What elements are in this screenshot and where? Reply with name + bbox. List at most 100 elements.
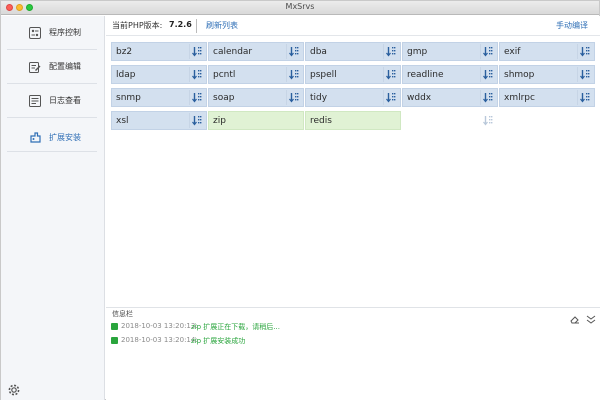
extension-tile-exif[interactable]: exif — [499, 42, 595, 61]
install-button[interactable] — [480, 44, 495, 59]
extension-tile-xsl[interactable]: xsl — [111, 111, 207, 130]
manual-compile-link[interactable]: 手动编译 — [556, 20, 588, 31]
check-icon — [111, 323, 118, 330]
extension-name: dba — [310, 47, 327, 57]
sidebar-item-label: 扩展安装 — [49, 133, 81, 142]
install-button[interactable] — [189, 90, 204, 105]
install-button[interactable] — [480, 113, 495, 128]
extension-name: zip — [213, 116, 226, 126]
extension-tile-ldap[interactable]: ldap — [111, 65, 207, 84]
extension-name: readline — [407, 70, 444, 80]
download-sort-icon — [483, 116, 493, 126]
install-button[interactable] — [286, 90, 301, 105]
download-sort-icon — [192, 93, 202, 103]
program-control-icon — [27, 25, 43, 41]
gear-icon[interactable] — [7, 382, 21, 396]
download-sort-icon — [580, 93, 590, 103]
extension-name: tidy — [310, 93, 328, 103]
download-sort-icon — [580, 47, 590, 57]
log-time: 2018-10-03 13:20:14: — [121, 336, 198, 344]
download-sort-icon — [483, 70, 493, 80]
sidebar-item-config-edit[interactable]: 配置编辑 — [7, 50, 97, 84]
install-button[interactable] — [189, 67, 204, 82]
extension-tile-xmlrpc[interactable]: xmlrpc — [499, 88, 595, 107]
download-sort-icon — [289, 93, 299, 103]
extension-tile-redis[interactable]: redis — [305, 111, 401, 130]
install-button[interactable] — [577, 67, 592, 82]
install-button[interactable] — [189, 113, 204, 128]
log-view-icon — [27, 93, 43, 109]
extension-tile-gmp[interactable]: gmp — [402, 42, 498, 61]
download-sort-icon — [192, 70, 202, 80]
sidebar: 程序控制 配置编辑 日志查看 扩展安装 — [1, 16, 105, 400]
info-panel-title: 信息栏 — [112, 310, 133, 318]
download-sort-icon — [580, 70, 590, 80]
extension-tile-bz2[interactable]: bz2 — [111, 42, 207, 61]
install-button[interactable] — [480, 67, 495, 82]
install-button[interactable] — [383, 44, 398, 59]
install-button[interactable] — [286, 44, 301, 59]
download-sort-icon — [192, 116, 202, 126]
refresh-list-link[interactable]: 刷新列表 — [206, 20, 238, 31]
install-button[interactable] — [480, 90, 495, 105]
extension-name: ldap — [116, 70, 136, 80]
extension-tile-dba[interactable]: dba — [305, 42, 401, 61]
extension-name: xsl — [116, 116, 129, 126]
download-sort-icon — [483, 93, 493, 103]
sidebar-item-extension-install[interactable]: 扩展安装 — [7, 124, 97, 152]
download-sort-icon — [386, 70, 396, 80]
extension-tile-calendar[interactable]: calendar — [208, 42, 304, 61]
install-button[interactable] — [577, 90, 592, 105]
php-version-label: 当前PHP版本: — [112, 21, 163, 30]
php-version-value: 7.2.6 — [169, 20, 192, 29]
sidebar-item-label: 配置编辑 — [49, 62, 81, 71]
extension-name: xmlrpc — [504, 93, 535, 103]
window-title: MxSrvs — [285, 2, 315, 11]
extension-name: pcntl — [213, 70, 236, 80]
extension-tile-loading[interactable] — [402, 111, 498, 130]
extension-name: calendar — [213, 47, 253, 57]
extension-name: gmp — [407, 47, 428, 57]
install-button[interactable] — [286, 67, 301, 82]
toolbar: 当前PHP版本: 7.2.6 刷新列表 手动编译 — [106, 16, 600, 36]
extension-tile-wddx[interactable]: wddx — [402, 88, 498, 107]
extension-name: wddx — [407, 93, 432, 103]
download-sort-icon — [289, 70, 299, 80]
extension-name: pspell — [310, 70, 337, 80]
main-panel: 当前PHP版本: 7.2.6 刷新列表 手动编译 bz2 calendar dba g… — [106, 16, 600, 400]
check-icon — [111, 337, 118, 344]
download-sort-icon — [483, 47, 493, 57]
extension-tile-tidy[interactable]: tidy — [305, 88, 401, 107]
log-time: 2018-10-03 13:20:13: — [121, 322, 198, 330]
sidebar-item-label: 程序控制 — [49, 28, 81, 37]
extension-tile-readline[interactable]: readline — [402, 65, 498, 84]
install-button[interactable] — [383, 67, 398, 82]
eraser-icon[interactable] — [570, 309, 580, 324]
install-button[interactable] — [577, 44, 592, 59]
extension-tile-pcntl[interactable]: pcntl — [208, 65, 304, 84]
extension-tile-pspell[interactable]: pspell — [305, 65, 401, 84]
sidebar-item-label: 日志查看 — [49, 96, 81, 105]
sidebar-item-program-control[interactable]: 程序控制 — [7, 16, 97, 50]
extension-name: shmop — [504, 70, 535, 80]
extension-tile-shmop[interactable]: shmop — [499, 65, 595, 84]
log-message: zip 扩展安装成功 — [191, 337, 246, 345]
download-sort-icon — [386, 93, 396, 103]
title-bar: MxSrvs — [1, 1, 599, 15]
extension-name: redis — [310, 116, 332, 126]
extension-tile-soap[interactable]: soap — [208, 88, 304, 107]
log-entry: 2018-10-03 13:20:13: zip 扩展正在下载，请稍后... — [111, 322, 591, 333]
install-button[interactable] — [189, 44, 204, 59]
sidebar-item-log-view[interactable]: 日志查看 — [7, 84, 97, 118]
extension-tile-snmp[interactable]: snmp — [111, 88, 207, 107]
download-sort-icon — [386, 47, 396, 57]
extension-tile-zip[interactable]: zip — [208, 111, 304, 130]
app-window: MxSrvs 程序控制 配置编辑 日志查看 扩展安装 当前PHP版本: 7.2.… — [0, 0, 600, 400]
extension-install-icon — [27, 130, 43, 146]
install-button[interactable] — [383, 90, 398, 105]
config-edit-icon — [27, 59, 43, 75]
extension-name: exif — [504, 47, 521, 57]
collapse-icon[interactable] — [586, 309, 596, 324]
extension-name: snmp — [116, 93, 141, 103]
log-message: zip 扩展正在下载，请稍后... — [191, 323, 280, 331]
